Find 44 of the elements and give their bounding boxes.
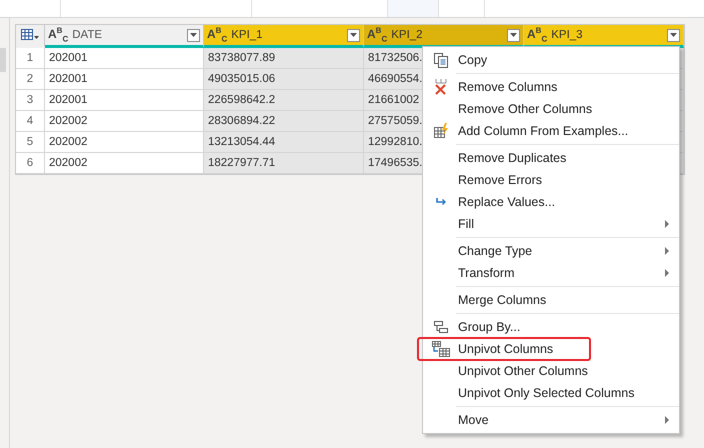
table-cell: 28306894.22	[208, 115, 276, 127]
menu-item[interactable]: Remove Errors	[423, 169, 679, 191]
menu-item[interactable]: Remove Other Columns	[423, 98, 679, 120]
menu-item[interactable]: Group By...	[423, 316, 679, 338]
table-cell: 81732506.	[368, 52, 422, 64]
menu-item[interactable]: Remove Duplicates	[423, 147, 679, 169]
table-cell: 27575059.	[368, 115, 422, 127]
column-header[interactable]: A$^{B}$$_{C}$ KPI_2	[364, 25, 524, 48]
row-number: 4	[16, 111, 45, 132]
table-cell: 226598642.2	[208, 94, 276, 106]
row-number: 3	[16, 90, 45, 111]
table-cell: 13213054.44	[208, 136, 276, 148]
row-number: 2	[16, 69, 45, 90]
row-number: 6	[16, 153, 45, 174]
row-number: 5	[16, 132, 45, 153]
table-cell: 17496535.	[368, 157, 422, 169]
table-cell: 49035015.06	[208, 73, 276, 85]
column-header[interactable]: A$^{B}$$_{C}$ KPI_1	[204, 25, 364, 48]
table-cell: 202001	[49, 52, 88, 64]
table-cell: 202002	[49, 157, 88, 169]
menu-item[interactable]: Unpivot Columns	[423, 338, 679, 360]
table-cell: 12992810.	[368, 136, 422, 148]
table-cell: 18227977.71	[208, 157, 276, 169]
column-header[interactable]: A$^{B}$$_{C}$ KPI_3	[524, 25, 684, 48]
menu-item[interactable]: Unpivot Only Selected Columns	[423, 382, 679, 404]
menu-item[interactable]: Copy	[423, 49, 679, 71]
menu-item[interactable]: Change Type	[423, 240, 679, 262]
table-cell: 202001	[49, 94, 88, 106]
menu-item[interactable]: Fill	[423, 213, 679, 235]
table-cell: 83738077.89	[208, 52, 276, 64]
menu-item[interactable]: Remove Columns	[423, 76, 679, 98]
column-header[interactable]: A$^{B}$$_{C}$ DATE	[45, 25, 204, 48]
menu-item[interactable]: Move	[423, 409, 679, 431]
table-cell: 21661002	[368, 94, 420, 106]
table-cell: 202002	[49, 136, 88, 148]
menu-item[interactable]: Unpivot Other Columns	[423, 360, 679, 382]
table-cell: 202001	[49, 73, 88, 85]
table-cell: 202002	[49, 115, 88, 127]
table-cell: 46690554.	[368, 73, 422, 85]
menu-item[interactable]: Merge Columns	[423, 289, 679, 311]
menu-item[interactable]: Add Column From Examples...	[423, 120, 679, 142]
row-number: 1	[16, 48, 45, 69]
menu-item[interactable]: Transform	[423, 262, 679, 284]
menu-item[interactable]: Replace Values...	[423, 191, 679, 213]
